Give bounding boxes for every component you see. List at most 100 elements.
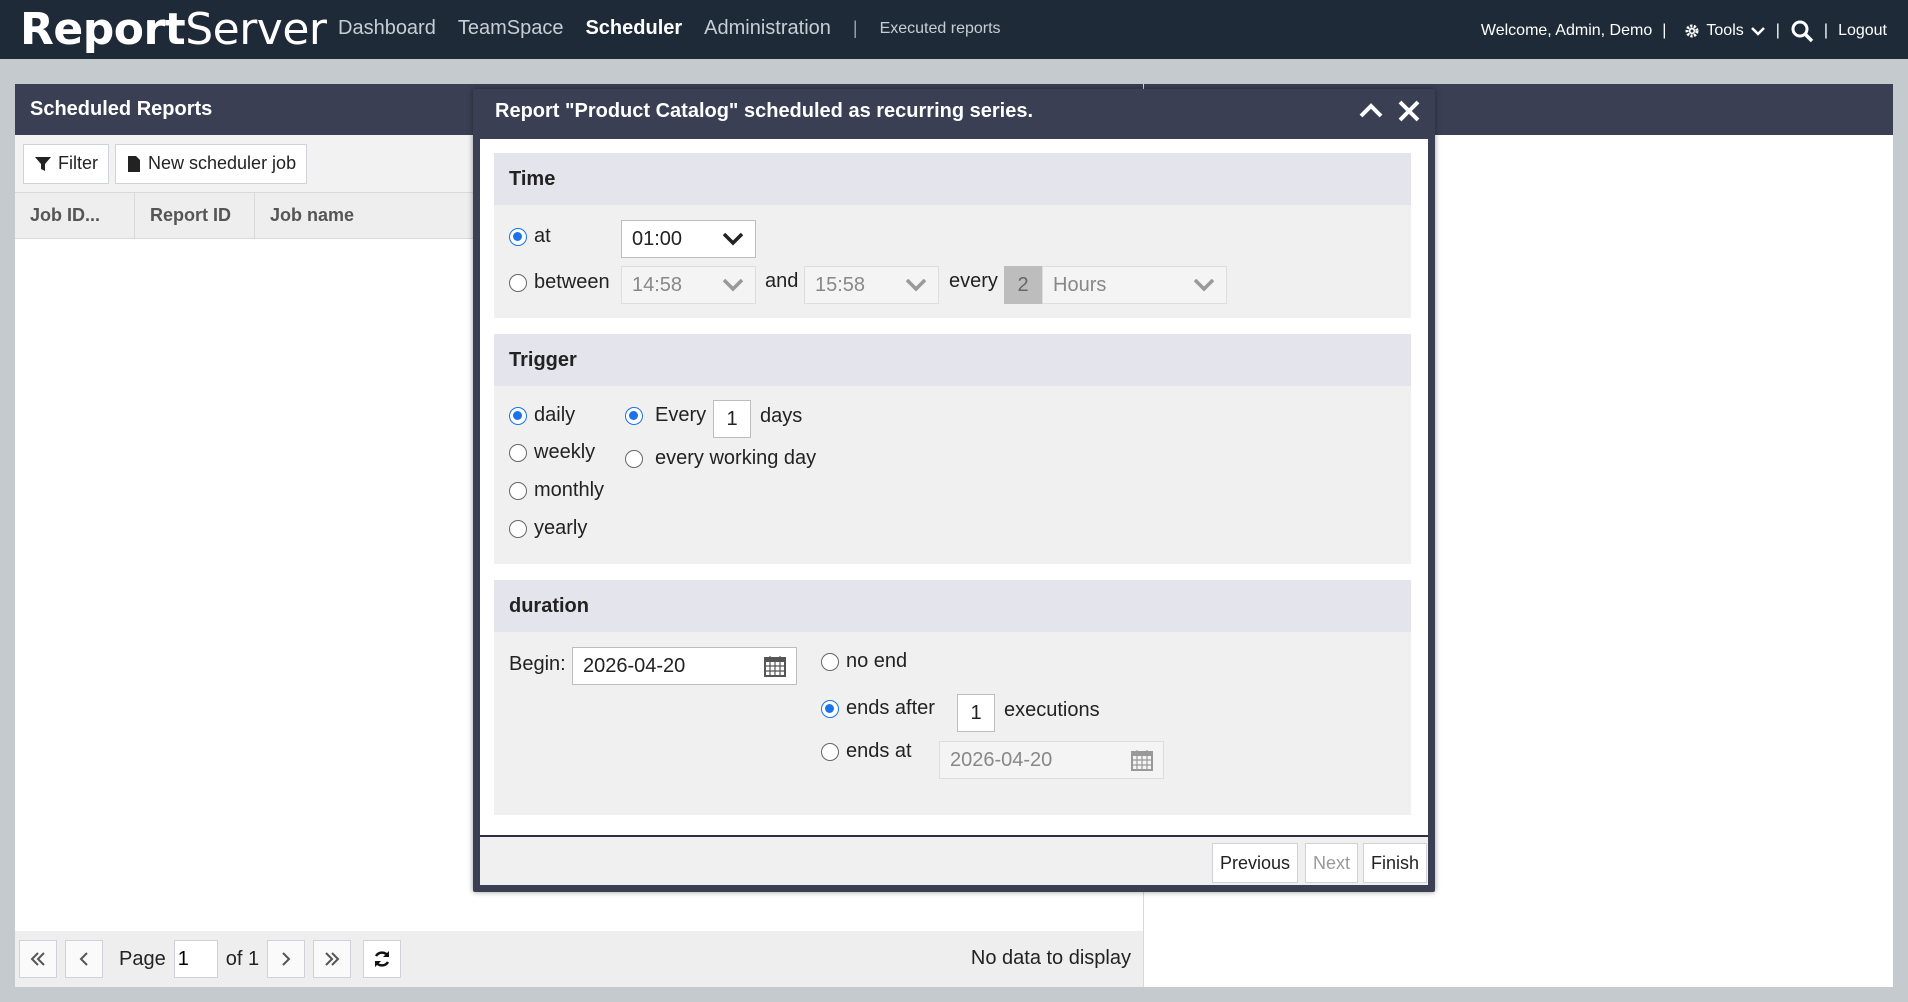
first-page-icon: [30, 952, 45, 966]
unit-select[interactable]: Hours: [1042, 266, 1227, 304]
radio-dot: [509, 481, 527, 500]
nav-executed-reports[interactable]: Executed reports: [880, 20, 1001, 38]
begin-date-field[interactable]: 2026-04-20: [572, 647, 797, 685]
trigger-daily-radio[interactable]: daily: [509, 404, 575, 427]
calendar-icon[interactable]: [1131, 749, 1153, 771]
radio-dot: [509, 406, 527, 425]
chevron-down-icon: [722, 232, 744, 246]
ends-at-label: ends at: [846, 740, 912, 762]
ends-at-radio[interactable]: ends at: [821, 740, 912, 763]
new-scheduler-job-button[interactable]: New scheduler job: [115, 143, 308, 184]
filter-button[interactable]: Filter: [23, 143, 109, 184]
time-at-select[interactable]: 01:00: [621, 220, 756, 258]
time-at-value: 01:00: [632, 227, 683, 250]
finish-button[interactable]: Finish: [1363, 843, 1428, 883]
dialog-title: Report "Product Catalog" scheduled as re…: [495, 100, 1033, 122]
nav-administration[interactable]: Administration: [704, 17, 831, 40]
new-job-label: New scheduler job: [148, 153, 297, 173]
radio-dot: [625, 406, 643, 425]
document-icon: [128, 155, 140, 172]
ends-after-label: ends after: [846, 697, 935, 719]
search-button[interactable]: [1790, 19, 1814, 43]
page-input[interactable]: [173, 940, 218, 978]
prev-page-icon: [79, 952, 88, 966]
chevron-down-icon: [1750, 27, 1765, 36]
trigger-weekly-radio[interactable]: weekly: [509, 441, 595, 464]
gear-icon: [1685, 24, 1699, 38]
chevron-down-icon: [722, 278, 744, 292]
chevron-down-icon: [1193, 278, 1215, 292]
between-to-select[interactable]: 15:58: [804, 266, 939, 304]
prev-page-button[interactable]: [65, 940, 103, 978]
chevron-down-icon: [905, 278, 927, 292]
time-section: Time at 01:00 between 14:58 and 15:58 ev…: [494, 153, 1411, 318]
between-from-value: 14:58: [632, 273, 683, 296]
tools-menu[interactable]: Tools: [1684, 22, 1765, 40]
calendar-icon[interactable]: [764, 655, 786, 677]
radio-dot: [509, 443, 527, 462]
nav-dashboard[interactable]: Dashboard: [338, 17, 436, 40]
close-icon[interactable]: [1395, 97, 1423, 125]
no-end-radio[interactable]: no end: [821, 650, 907, 673]
no-end-label: no end: [846, 650, 908, 672]
trigger-monthly-radio[interactable]: monthly: [509, 479, 604, 502]
user-nav: Welcome, Admin, Demo | Tools | | Logout: [1481, 19, 1887, 43]
radio-dot: [625, 449, 643, 468]
trigger-weekly-label: weekly: [534, 441, 596, 463]
time-at-radio[interactable]: at: [509, 225, 551, 248]
every-label: every: [949, 270, 998, 292]
trigger-yearly-label: yearly: [534, 517, 588, 539]
ends-at-date-field[interactable]: 2026-04-20: [939, 741, 1164, 779]
trigger-heading: Trigger: [494, 334, 1411, 386]
main-nav: Dashboard TeamSpace Scheduler Administra…: [338, 17, 1001, 40]
previous-button[interactable]: Previous: [1212, 843, 1299, 883]
schedule-dialog: Report "Product Catalog" scheduled as re…: [473, 89, 1435, 892]
next-page-icon: [282, 952, 291, 966]
trigger-yearly-radio[interactable]: yearly: [509, 517, 587, 540]
trigger-monthly-label: monthly: [534, 479, 605, 501]
refresh-button[interactable]: [363, 940, 402, 978]
logo-bold-text: Report: [20, 4, 186, 55]
next-page-button[interactable]: [267, 940, 306, 978]
column-report-id[interactable]: Report ID: [135, 193, 255, 238]
and-label: and: [765, 270, 799, 292]
divider: |: [1662, 22, 1667, 39]
nav-teamspace[interactable]: TeamSpace: [458, 17, 564, 40]
nav-scheduler[interactable]: Scheduler: [585, 17, 682, 40]
time-between-label: between: [534, 271, 610, 293]
time-between-radio[interactable]: between: [509, 271, 610, 294]
radio-dot: [509, 273, 527, 292]
duration-heading: duration: [494, 580, 1411, 632]
next-button[interactable]: Next: [1305, 843, 1359, 883]
every-working-day-radio[interactable]: every working day: [625, 447, 816, 470]
logout-link[interactable]: Logout: [1838, 22, 1887, 40]
trigger-section: Trigger daily weekly monthly yearly Ever…: [494, 334, 1411, 564]
every-n-days-radio[interactable]: Every: [625, 404, 706, 427]
ends-at-date-value: 2026-04-20: [950, 748, 1053, 771]
page-label: Page: [119, 947, 166, 970]
ends-after-input[interactable]: 1: [957, 694, 995, 732]
divider: |: [1823, 22, 1829, 39]
radio-dot: [509, 227, 527, 246]
top-bar: ReportServer Dashboard TeamSpace Schedul…: [0, 0, 1908, 59]
radio-dot: [821, 699, 839, 718]
first-page-button[interactable]: [19, 940, 57, 978]
every-days-label: Every: [655, 404, 707, 426]
collapse-icon[interactable]: [1357, 97, 1385, 125]
every-hours-input[interactable]: 2: [1004, 266, 1042, 304]
filter-label: Filter: [58, 153, 98, 173]
ends-after-radio[interactable]: ends after: [821, 697, 935, 720]
logo-text: Server: [185, 4, 327, 55]
between-from-select[interactable]: 14:58: [621, 266, 756, 304]
working-day-label: every working day: [655, 447, 817, 469]
every-days-input[interactable]: 1: [713, 400, 751, 438]
welcome-text: Welcome, Admin, Demo: [1480, 22, 1653, 39]
divider: |: [1775, 22, 1780, 39]
app-logo[interactable]: ReportServer: [20, 4, 327, 55]
trigger-daily-label: daily: [534, 404, 576, 426]
last-page-button[interactable]: [313, 940, 352, 978]
column-job-id[interactable]: Job ID...: [15, 193, 135, 238]
duration-section: duration Begin: 2026-04-20 no end ends a…: [494, 580, 1411, 815]
unit-value: Hours: [1053, 273, 1107, 296]
days-label: days: [760, 405, 803, 427]
